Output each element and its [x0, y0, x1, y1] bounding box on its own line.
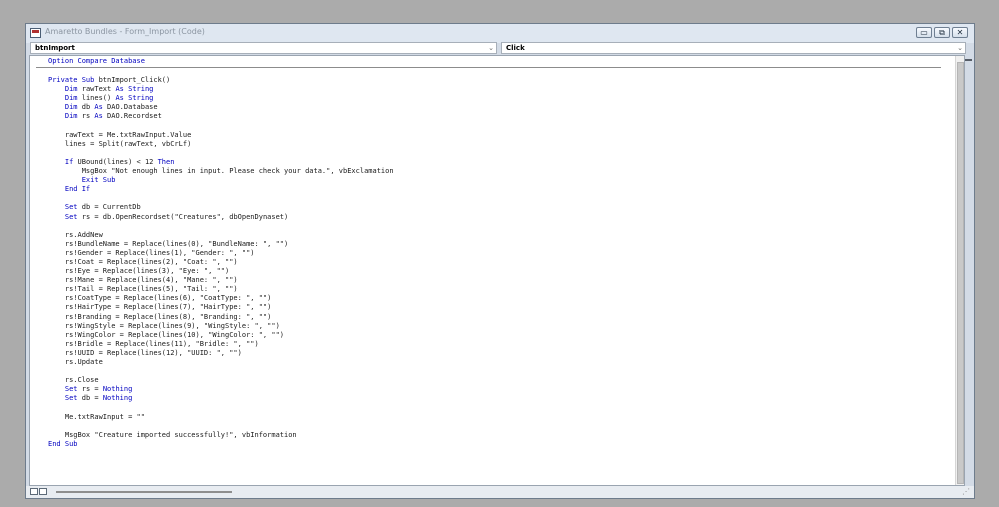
horizontal-scrollbar[interactable] [56, 491, 232, 493]
chevron-down-icon[interactable]: ⌄ [488, 43, 494, 53]
keyword: Dim [64, 94, 78, 103]
keyword: Set [64, 203, 78, 212]
keyword: As [94, 112, 103, 121]
keyword: Private Sub [48, 76, 95, 85]
status-bar: ⋰ [26, 486, 974, 498]
code-line[interactable]: Exit Sub [48, 176, 394, 185]
keyword: Dim [64, 112, 78, 121]
keyword: Nothing [102, 394, 133, 403]
window-title: Amaretto Bundles - Form_Import (Code) [45, 27, 205, 36]
code-line[interactable]: rs!BundleName = Replace(lines(0), "Bundl… [48, 240, 394, 249]
code-line[interactable]: rs.Update [48, 358, 394, 367]
code-line[interactable]: rs!Coat = Replace(lines(2), "Coat: ", ""… [48, 258, 394, 267]
title-bar[interactable]: Amaretto Bundles - Form_Import (Code) ▭ … [26, 24, 974, 43]
code-window: Amaretto Bundles - Form_Import (Code) ▭ … [25, 23, 975, 499]
code-line[interactable]: ​ [48, 367, 394, 376]
keyword: If [64, 157, 74, 166]
code-line[interactable]: Set db = Nothing [48, 394, 394, 403]
close-button[interactable]: ✕ [952, 27, 968, 38]
keyword: As [115, 85, 124, 94]
code-line[interactable]: rawText = Me.txtRawInput.Value [48, 131, 394, 140]
code-line[interactable]: Dim db As DAO.Database [48, 103, 394, 112]
code-line[interactable]: ​ [48, 403, 394, 412]
code-line[interactable]: Dim rawText As String [48, 85, 394, 94]
app-icon [30, 28, 41, 38]
code-line[interactable]: Set rs = db.OpenRecordset("Creatures", d… [48, 213, 394, 222]
code-line[interactable]: rs!WingStyle = Replace(lines(9), "WingSt… [48, 322, 394, 331]
code-line[interactable]: Me.txtRawInput = "" [48, 413, 394, 422]
minimize-button[interactable]: ▭ [916, 27, 932, 38]
code-line[interactable]: ​ [48, 67, 394, 76]
code-line[interactable]: rs.Close [48, 376, 394, 385]
code-line[interactable]: rs.AddNew [48, 231, 394, 240]
code-line[interactable]: rs!Tail = Replace(lines(5), "Tail: ", ""… [48, 285, 394, 294]
code-line[interactable]: ​ [48, 194, 394, 203]
code-line[interactable]: rs!CoatType = Replace(lines(6), "CoatTyp… [48, 294, 394, 303]
keyword: Nothing [102, 385, 133, 394]
code-line[interactable]: rs!Bridle = Replace(lines(11), "Bridle: … [48, 340, 394, 349]
code-text[interactable]: ​Private Sub btnImport_Click() Dim rawTe… [48, 67, 394, 449]
code-line[interactable]: rs!Mane = Replace(lines(4), "Mane: ", ""… [48, 276, 394, 285]
keyword: Then [157, 157, 175, 166]
code-editor[interactable]: Option Compare Database ​Private Sub btn… [29, 55, 965, 486]
code-line[interactable]: ​ [48, 422, 394, 431]
window-controls: ▭ ⧉ ✕ [916, 27, 968, 38]
code-line[interactable]: End Sub [48, 440, 394, 449]
code-line[interactable]: rs!HairType = Replace(lines(7), "HairTyp… [48, 303, 394, 312]
code-line[interactable]: ​ [48, 222, 394, 231]
full-module-view-icon[interactable] [39, 488, 47, 495]
procedure-combo-value: Click [506, 44, 525, 52]
code-line[interactable]: MsgBox "Not enough lines in input. Pleas… [48, 167, 394, 176]
procedure-view-icon[interactable] [30, 488, 38, 495]
code-line[interactable]: ​ [48, 149, 394, 158]
code-line[interactable]: Dim rs As DAO.Recordset [48, 112, 394, 121]
code-line[interactable]: ​ [48, 122, 394, 131]
code-line[interactable]: Set rs = Nothing [48, 385, 394, 394]
code-line[interactable]: lines = Split(rawText, vbCrLf) [48, 140, 394, 149]
keyword: As [115, 94, 124, 103]
code-line[interactable]: End If [48, 185, 394, 194]
code-line[interactable]: Set db = CurrentDb [48, 203, 394, 212]
code-line[interactable]: MsgBox "Creature imported successfully!"… [48, 431, 394, 440]
option-statement: Option Compare Database [48, 57, 145, 65]
keyword: Dim [64, 103, 78, 112]
procedure-combo[interactable]: Click ⌄ [501, 42, 966, 54]
code-line[interactable]: Dim lines() As String [48, 94, 394, 103]
keyword: Dim [64, 85, 78, 94]
object-combo-value: btnImport [35, 44, 75, 52]
code-line[interactable]: rs!Gender = Replace(lines(1), "Gender: "… [48, 249, 394, 258]
keyword: String [128, 94, 154, 103]
keyword: End Sub [48, 439, 78, 448]
restore-button[interactable]: ⧉ [934, 27, 950, 38]
keyword: Set [64, 385, 78, 394]
keyword: String [128, 85, 154, 94]
vertical-scrollbar[interactable] [955, 56, 964, 485]
chevron-down-icon[interactable]: ⌄ [957, 43, 963, 53]
keyword: Set [64, 394, 78, 403]
keyword: Set [64, 212, 78, 221]
code-line[interactable]: rs!WingColor = Replace(lines(10), "WingC… [48, 331, 394, 340]
object-combo[interactable]: btnImport ⌄ [30, 42, 497, 54]
code-line[interactable]: Private Sub btnImport_Click() [48, 76, 394, 85]
code-line[interactable]: rs!Eye = Replace(lines(3), "Eye: ", "") [48, 267, 394, 276]
resize-grip-icon[interactable]: ⋰ [962, 488, 970, 496]
scrollbar-thumb[interactable] [957, 62, 964, 484]
code-line[interactable]: rs!UUID = Replace(lines(12), "UUID: ", "… [48, 349, 394, 358]
code-line[interactable]: rs!Branding = Replace(lines(8), "Brandin… [48, 313, 394, 322]
keyword: As [94, 103, 103, 112]
keyword: End If [64, 185, 91, 194]
keyword: Exit Sub [81, 176, 116, 185]
code-line[interactable]: If UBound(lines) < 12 Then [48, 158, 394, 167]
